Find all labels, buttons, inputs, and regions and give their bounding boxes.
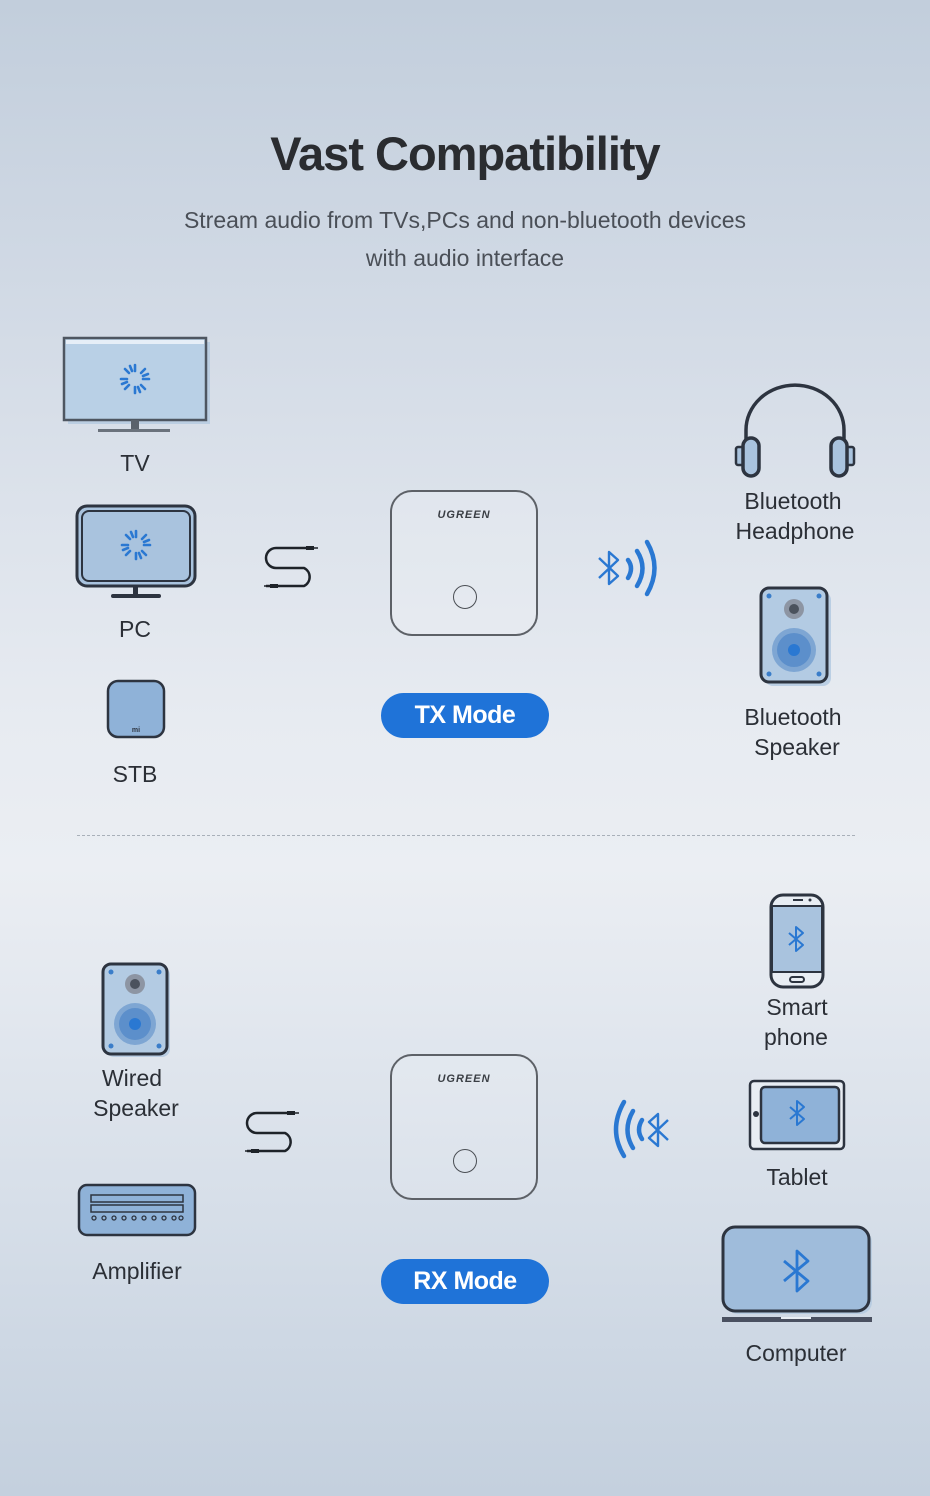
target-label-headphone-line2: Headphone	[735, 518, 855, 544]
source-label-stb: STB	[112, 761, 158, 787]
aux-cable-icon	[264, 545, 320, 594]
output-label-wired-line2: Speaker	[93, 1095, 179, 1121]
device-button	[453, 1149, 477, 1173]
stb-brand-badge: mi	[132, 727, 140, 734]
source-label-tablet: Tablet	[766, 1164, 828, 1190]
tx-mode-button[interactable]: TX Mode	[381, 693, 549, 738]
device-button	[453, 585, 477, 609]
section-divider	[77, 835, 855, 836]
output-label-wired-line1: Wired	[101, 1065, 163, 1091]
ugreen-tx-device: UGREEN	[390, 490, 538, 636]
bluetooth-receive-icon	[610, 1098, 672, 1165]
ugreen-rx-device: UGREEN	[390, 1054, 538, 1200]
smartphone-icon	[769, 893, 827, 994]
source-label-tv: TV	[120, 450, 150, 476]
tablet-icon	[748, 1079, 846, 1156]
device-brand-logo: UGREEN	[437, 1073, 491, 1085]
page-title: Vast Compatibility	[270, 127, 660, 180]
page-subtitle: Stream audio from TVs,PCs and non-blueto…	[183, 207, 747, 271]
rx-mode-button[interactable]: RX Mode	[381, 1259, 549, 1304]
headphone-icon	[734, 383, 858, 485]
source-label-computer: Computer	[745, 1340, 847, 1366]
target-label-speaker-line2: Speaker	[754, 734, 840, 760]
speaker-icon	[101, 962, 173, 1063]
target-label-headphone-line1: Bluetooth	[744, 488, 842, 514]
speaker-icon	[759, 586, 835, 693]
target-label-speaker-line1: Bluetooth	[744, 704, 842, 730]
bluetooth-transmit-icon	[596, 538, 664, 605]
set-top-box-icon: mi	[106, 679, 168, 746]
device-brand-logo: UGREEN	[437, 509, 491, 521]
source-label-smartphone-line2: phone	[764, 1024, 828, 1050]
tv-icon	[62, 336, 212, 441]
source-label-pc: PC	[119, 616, 151, 642]
amplifier-icon	[77, 1183, 199, 1244]
source-label-smartphone-line1: Smart	[766, 994, 828, 1020]
monitor-icon	[74, 502, 200, 607]
laptop-icon	[721, 1225, 873, 1330]
aux-cable-icon	[245, 1110, 301, 1159]
output-label-amplifier: Amplifier	[92, 1258, 182, 1284]
